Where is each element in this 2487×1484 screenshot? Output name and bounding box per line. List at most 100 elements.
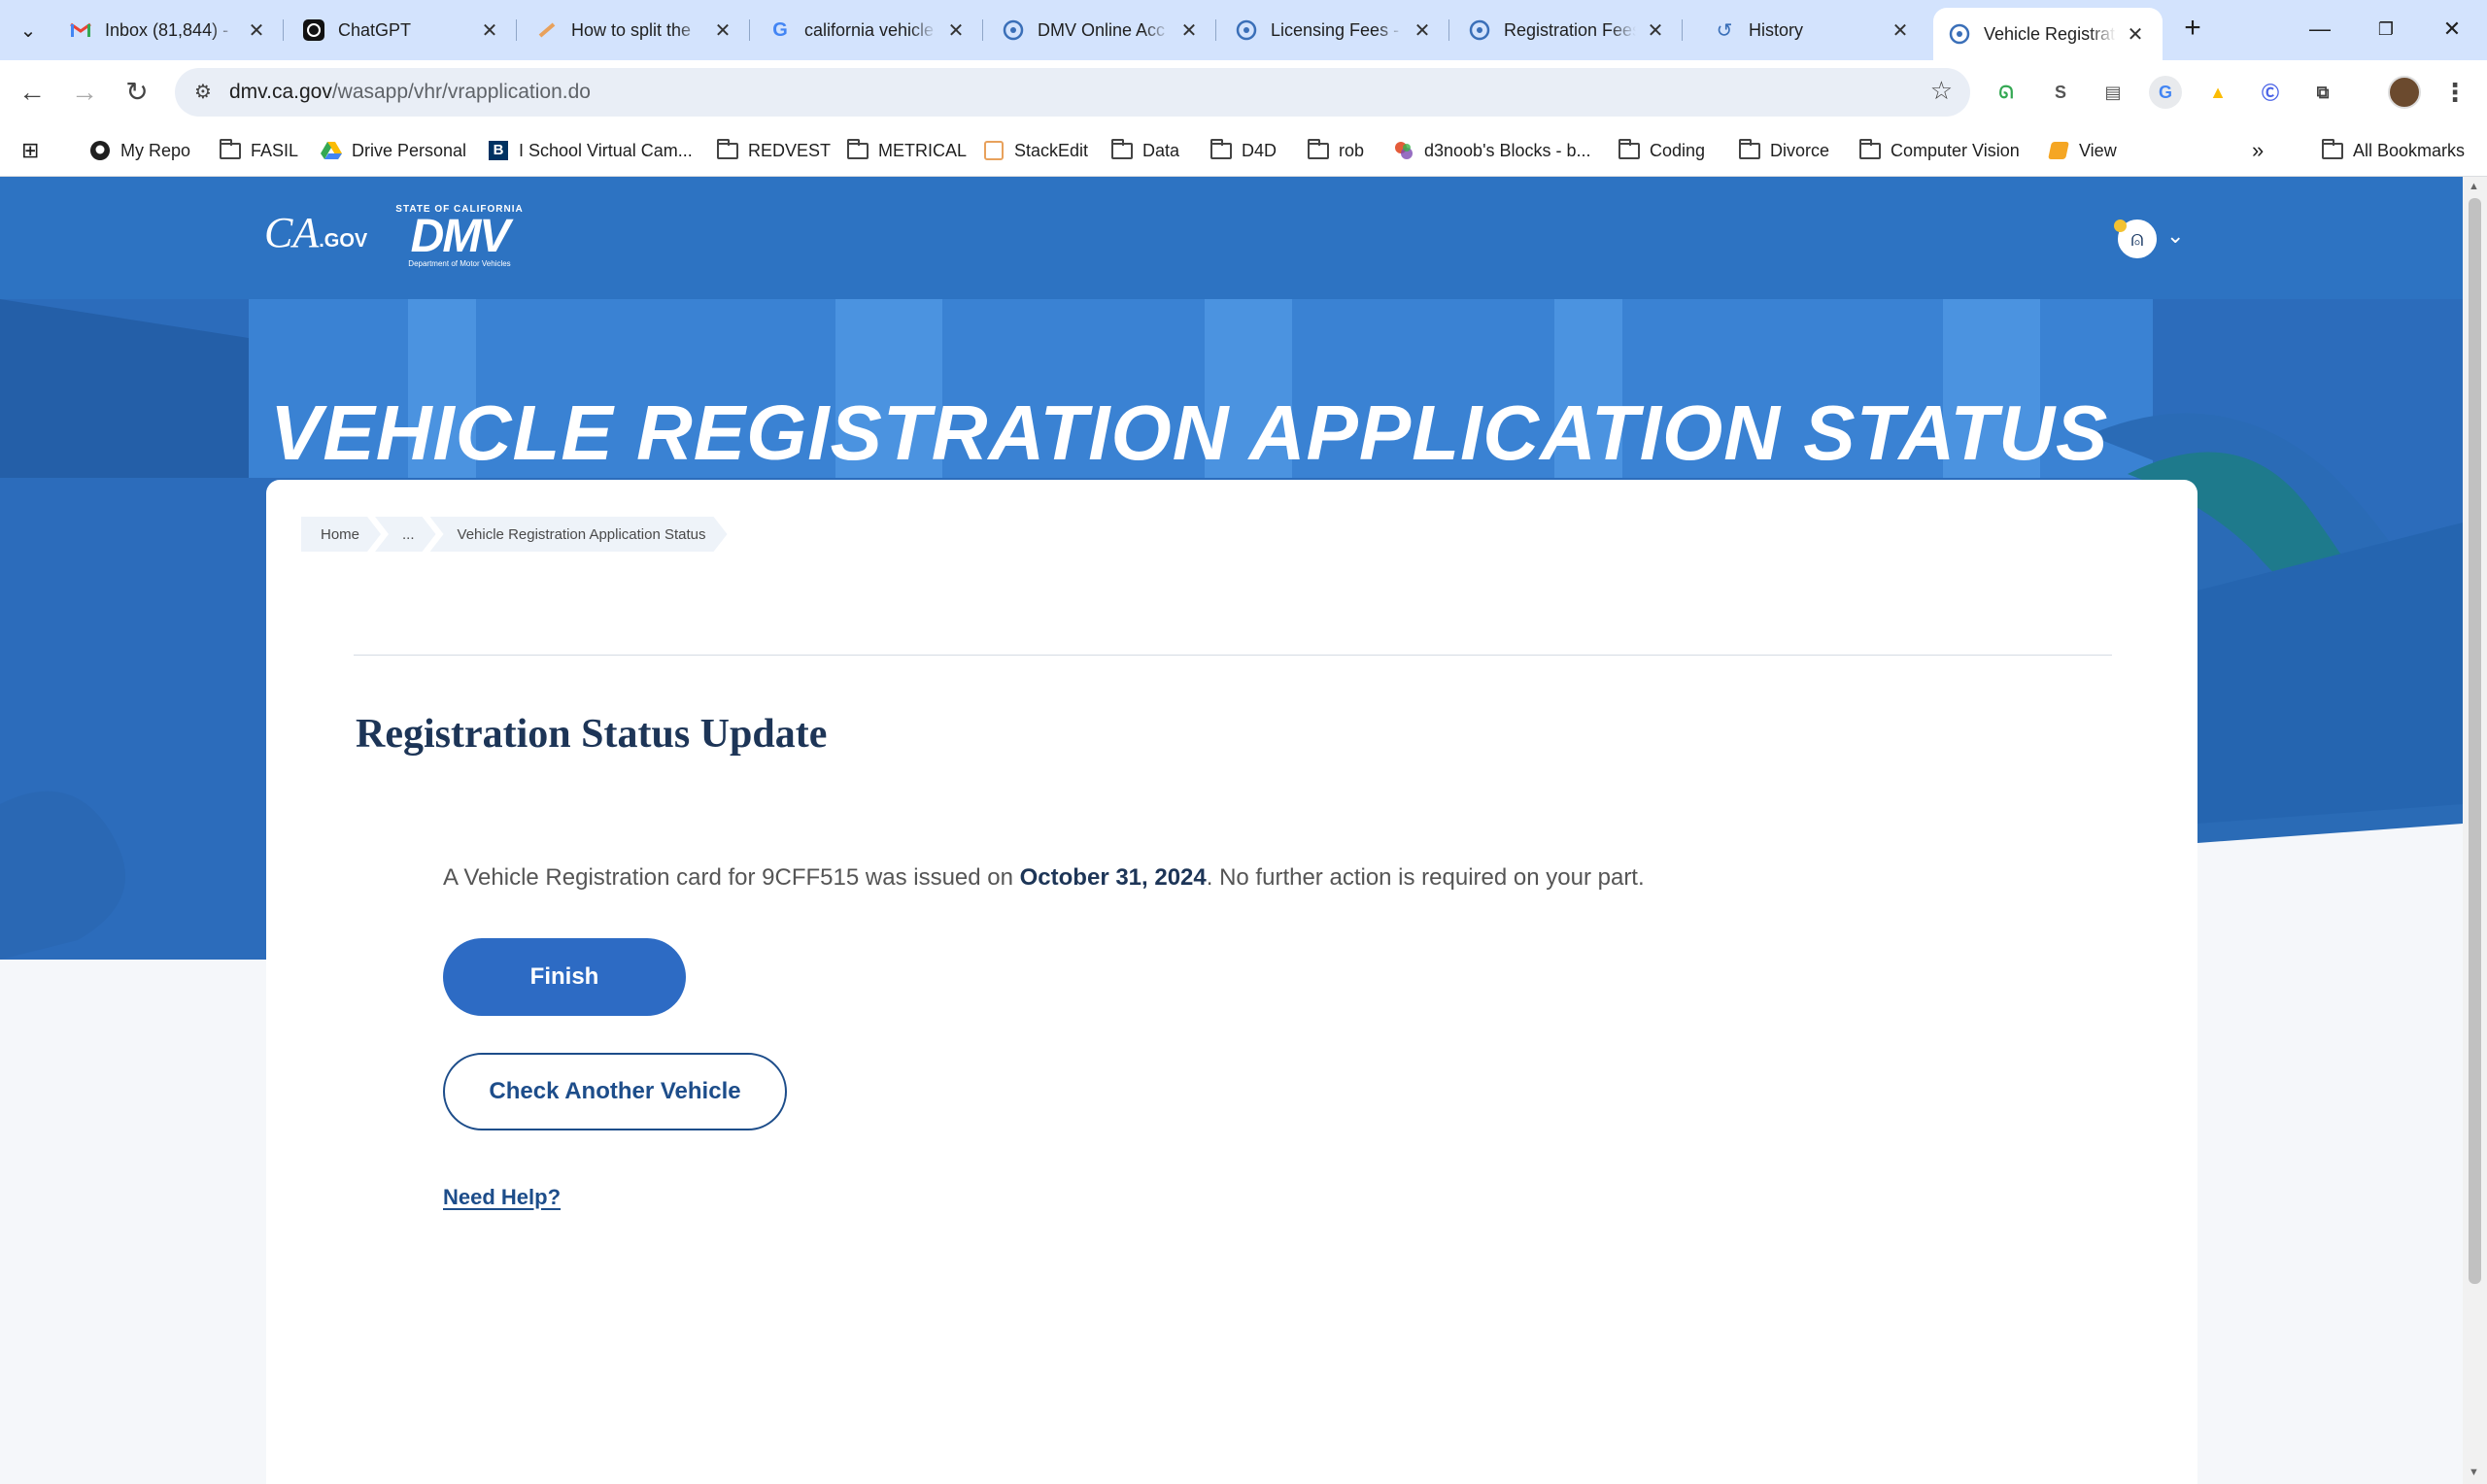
chevron-down-icon: ⌄	[19, 19, 37, 42]
notification-dot	[2114, 219, 2127, 232]
bookmark-fasil[interactable]: FASIL	[220, 136, 298, 165]
breadcrumb-home[interactable]: Home	[301, 517, 381, 552]
dmv-logo[interactable]: STATE OF CALIFORNIA DMV Department of Mo…	[377, 204, 542, 274]
address-bar[interactable]: ⚙ dmv.ca.gov/wasapp/vhr/vrapplication.do…	[175, 68, 1970, 117]
scroll-down-icon[interactable]: ▼	[2469, 1467, 2479, 1478]
tab-title: Registration Fees	[1504, 19, 1636, 40]
folder-icon	[220, 138, 241, 161]
bookmark-rob[interactable]: rob	[1308, 136, 1364, 165]
menu-kebab-icon[interactable]: ⋮	[2438, 76, 2471, 109]
tab-vehicle-registration[interactable]: Vehicle Registrat ✕	[1933, 8, 2163, 60]
bookmark-coding[interactable]: Coding	[1618, 136, 1705, 165]
all-bookmarks[interactable]: All Bookmarks	[2322, 136, 2465, 165]
close-icon[interactable]: ✕	[711, 18, 734, 43]
site-header: CA.GOV STATE OF CALIFORNIA DMV Departmen…	[0, 177, 2463, 299]
scroll-up-icon[interactable]: ▲	[2469, 181, 2479, 192]
bookmark-computer-vision[interactable]: Computer Vision	[1859, 136, 2020, 165]
section-divider	[354, 655, 2112, 656]
bookmark-data[interactable]: Data	[1111, 136, 1179, 165]
profile-avatar[interactable]	[2388, 76, 2421, 109]
google-extension-icon[interactable]: G	[2149, 76, 2182, 109]
tab-registration-fees[interactable]: Registration Fees ✕	[1453, 8, 1683, 52]
view-icon	[2048, 140, 2069, 161]
check-another-vehicle-button[interactable]: Check Another Vehicle	[443, 1053, 787, 1130]
close-icon[interactable]: ✕	[478, 18, 501, 43]
tab-dmv-online[interactable]: DMV Online Acc ✕	[987, 8, 1216, 52]
forward-button[interactable]: →	[64, 72, 105, 113]
history-icon: ↺	[1716, 19, 1733, 42]
folder-icon	[1739, 138, 1760, 161]
tab-google-search[interactable]: G california vehicle ✕	[754, 8, 983, 52]
bookmark-redvest[interactable]: REDVEST	[717, 136, 831, 165]
close-icon[interactable]: ✕	[1411, 18, 1434, 43]
extension-icon[interactable]: ᘏ	[1990, 76, 2023, 109]
content-card: Home ... Vehicle Registration Applicatio…	[266, 480, 2197, 1484]
berkeley-icon: B	[488, 140, 509, 161]
folder-icon	[1210, 138, 1232, 161]
ca-gov-icon	[1003, 19, 1024, 41]
close-window-button[interactable]: ✕	[2433, 12, 2471, 47]
folder-icon	[1308, 138, 1329, 161]
close-icon[interactable]: ✕	[1177, 18, 1201, 43]
google-icon: G	[772, 18, 788, 41]
stackedit-icon	[536, 19, 558, 41]
tab-history[interactable]: ↺ History ✕	[1698, 8, 1927, 52]
need-help-link[interactable]: Need Help?	[443, 1185, 561, 1210]
url-text[interactable]: dmv.ca.gov/wasapp/vhr/vrapplication.do	[229, 81, 591, 104]
user-menu-button[interactable]: ⍝ ⌄	[2114, 219, 2196, 258]
new-tab-button[interactable]: +	[2176, 14, 2209, 47]
apps-grid-icon[interactable]: ⊞	[21, 136, 39, 165]
grammarly-icon[interactable]: Ⓒ	[2254, 76, 2287, 109]
ca-gov-icon	[1236, 19, 1257, 41]
tab-stackedit[interactable]: How to split the ✕	[521, 8, 750, 52]
bookmark-d3noob[interactable]: d3noob's Blocks - b...	[1393, 136, 1591, 165]
tab-title: DMV Online Acc	[1038, 19, 1166, 40]
close-icon[interactable]: ✕	[2124, 22, 2147, 47]
chevron-down-icon: ⌄	[2166, 223, 2185, 248]
close-icon[interactable]: ✕	[944, 18, 968, 43]
tab-gmail[interactable]: Inbox (81,844) - ✕	[54, 8, 284, 52]
browser-toolbar: ← → ↻ ⚙ dmv.ca.gov/wasapp/vhr/vrapplicat…	[0, 60, 2487, 124]
bookmark-metrical[interactable]: METRICAL	[847, 136, 967, 165]
breadcrumb: Home ... Vehicle Registration Applicatio…	[301, 517, 732, 552]
extensions-puzzle-icon[interactable]: ⧉	[2306, 76, 2339, 109]
reader-icon[interactable]: ▤	[2096, 76, 2129, 109]
tab-title: Inbox (81,844) -	[105, 19, 229, 40]
back-button[interactable]: ←	[12, 72, 52, 113]
close-icon[interactable]: ✕	[245, 18, 268, 43]
page-scrollbar[interactable]: ▲ ▼	[2463, 177, 2487, 1484]
breadcrumb-ellipsis[interactable]: ...	[375, 517, 436, 552]
reload-button[interactable]: ↻	[117, 72, 157, 113]
bookmark-ischool[interactable]: BI School Virtual Cam...	[488, 136, 693, 165]
close-icon[interactable]: ✕	[1644, 18, 1667, 43]
restore-button[interactable]: ❐	[2367, 12, 2405, 47]
bookmark-my-repo[interactable]: My Repo	[89, 136, 190, 165]
tab-strip: ⌄ Inbox (81,844) - ✕ ChatGPT ✕ How to sp…	[0, 0, 2487, 60]
gmail-icon	[70, 19, 91, 41]
bookmark-drive-personal[interactable]: Drive Personal	[321, 136, 466, 165]
tab-licensing-fees[interactable]: Licensing Fees - ✕	[1220, 8, 1449, 52]
ca-gov-icon	[1949, 23, 1970, 45]
bookmark-d4d[interactable]: D4D	[1210, 136, 1277, 165]
bookmark-divorce[interactable]: Divorce	[1739, 136, 1829, 165]
bookmark-stackedit[interactable]: StackEdit	[983, 136, 1088, 165]
minimize-button[interactable]: —	[2300, 12, 2339, 47]
scrollbar-thumb[interactable]	[2469, 198, 2481, 1284]
tab-chatgpt[interactable]: ChatGPT ✕	[288, 8, 517, 52]
site-info-icon[interactable]: ⚙	[188, 78, 218, 107]
issue-date: October 31, 2024	[1019, 864, 1207, 891]
ca-gov-logo[interactable]: CA.GOV	[264, 212, 367, 262]
status-message: A Vehicle Registration card for 9CFF515 …	[443, 864, 1645, 891]
close-icon[interactable]: ✕	[1889, 18, 1912, 43]
skype-icon[interactable]: S	[2044, 76, 2077, 109]
finish-button[interactable]: Finish	[443, 938, 686, 1016]
hero-title: VEHICLE REGISTRATION APPLICATION STATUS	[270, 389, 2109, 476]
google-drive-icon[interactable]: ▲	[2201, 76, 2234, 109]
bookmark-star-icon[interactable]: ☆	[1930, 76, 1953, 106]
bookmark-view[interactable]: View	[2048, 136, 2117, 165]
tab-title: Vehicle Registrat	[1984, 23, 2116, 44]
bookmarks-overflow-icon[interactable]: »	[2252, 136, 2264, 165]
google-drive-icon	[321, 140, 342, 161]
tab-search-button[interactable]: ⌄	[10, 12, 47, 49]
page-viewport: CA.GOV STATE OF CALIFORNIA DMV Departmen…	[0, 177, 2463, 1484]
